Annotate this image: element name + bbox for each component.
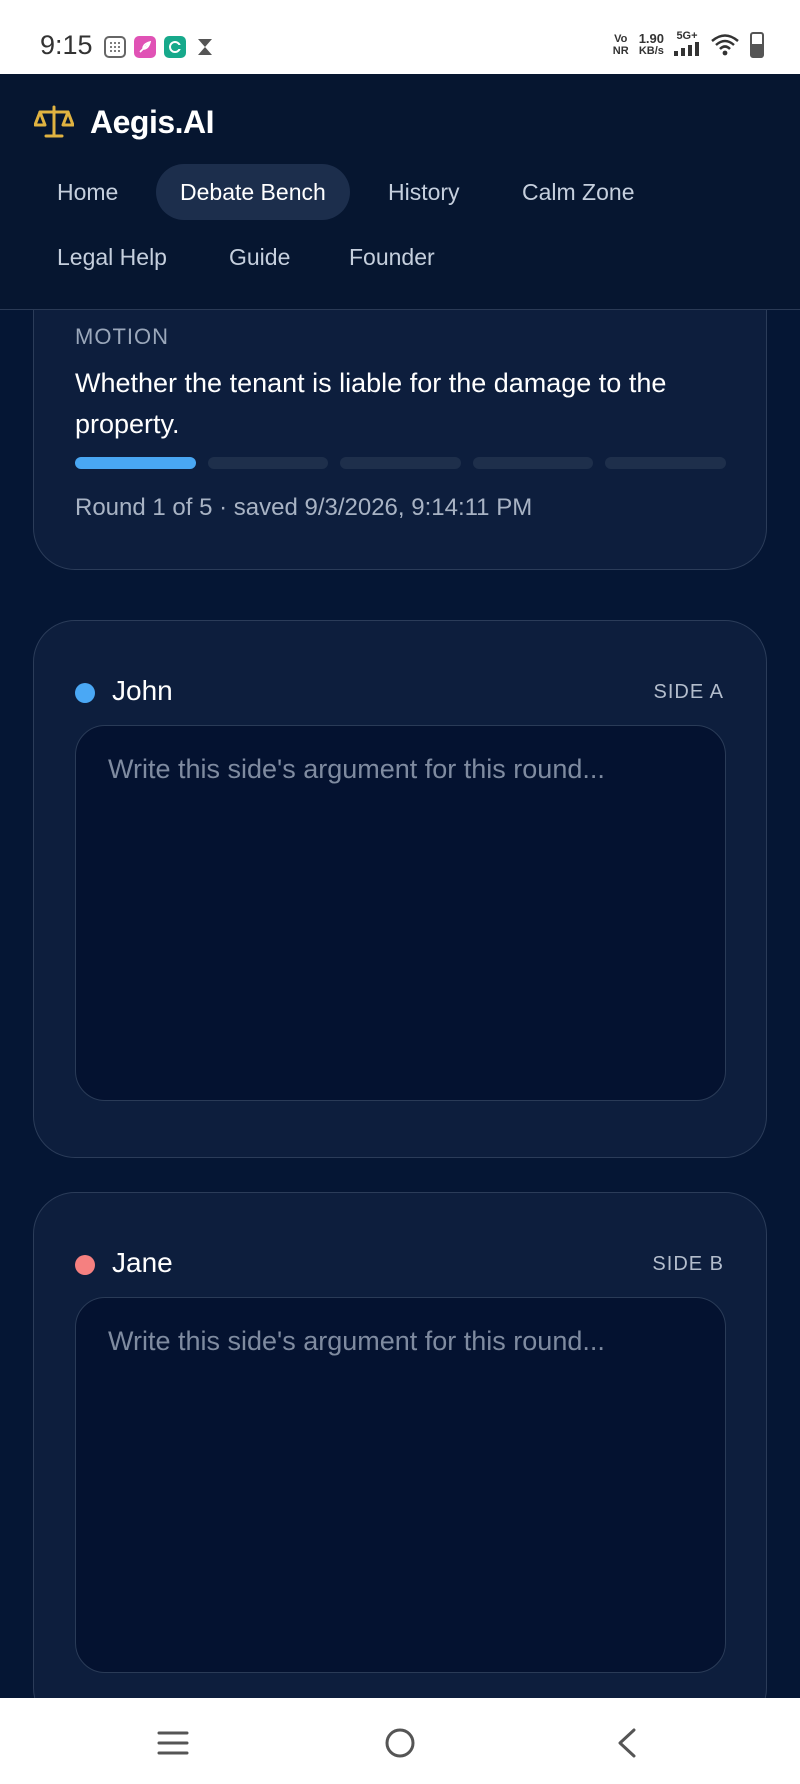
- hourglass-app-icon: [194, 36, 216, 58]
- wifi-icon: [711, 33, 739, 55]
- side-a-argument-input[interactable]: [75, 725, 726, 1101]
- side-b-tag: SIDE B: [652, 1253, 724, 1275]
- home-circle-icon[interactable]: [375, 1718, 425, 1768]
- back-chevron-icon[interactable]: [602, 1718, 652, 1768]
- notification-icons: [104, 36, 216, 58]
- volte-indicator: Vo NR: [612, 32, 629, 57]
- side-b-argument-input[interactable]: [75, 1297, 726, 1673]
- calculator-app-icon: [104, 36, 126, 58]
- side-b-color-dot: [75, 1255, 95, 1275]
- motion-card: MOTION Whether the tenant is liable for …: [33, 310, 767, 570]
- nav-history[interactable]: History: [364, 164, 484, 220]
- side-a-name: John: [112, 675, 173, 706]
- round-progress-segment: [75, 457, 196, 469]
- side-b-name: Jane: [112, 1247, 173, 1278]
- motion-label: MOTION: [75, 324, 169, 349]
- signal-bars-icon: [674, 42, 699, 56]
- brand-title: Aegis.AI: [90, 104, 215, 140]
- round-progress: [75, 457, 726, 469]
- main-content[interactable]: MOTION Whether the tenant is liable for …: [0, 310, 800, 1698]
- nav-guide[interactable]: Guide: [205, 229, 314, 285]
- nav-home[interactable]: Home: [33, 164, 142, 220]
- round-progress-segment: [207, 457, 329, 469]
- round-info: Round 1 of 5 · saved 9/3/2026, 9:14:11 P…: [75, 494, 533, 521]
- nav-debate-bench[interactable]: Debate Bench: [156, 164, 350, 220]
- round-progress-segment: [605, 457, 726, 469]
- system-nav-bar: [0, 1698, 800, 1784]
- side-a-card: John SIDE A: [33, 620, 767, 1158]
- network-speed: 1.90 KB/s: [638, 30, 664, 57]
- battery-icon: [750, 31, 764, 58]
- nav-founder[interactable]: Founder: [325, 229, 459, 285]
- app-header: Aegis.AI Home Debate Bench History Calm …: [0, 74, 800, 310]
- status-indicators: Vo NR 1.90 KB/s 5G+: [613, 30, 764, 59]
- status-bar: 9:15 Vo NR 1.90 KB/s 5G+: [0, 0, 800, 74]
- motion-text: Whether the tenant is liable for the dam…: [75, 368, 667, 439]
- nav-legal-help[interactable]: Legal Help: [33, 229, 191, 285]
- status-time: 9:15: [40, 30, 93, 60]
- signal-indicator: 5G+: [674, 30, 700, 59]
- c-app-icon: [164, 36, 186, 58]
- feather-app-icon: [134, 36, 156, 58]
- round-progress-segment: [472, 457, 594, 469]
- nav-calm-zone[interactable]: Calm Zone: [498, 164, 658, 220]
- round-progress-segment: [340, 457, 461, 469]
- side-b-card: Jane SIDE B: [33, 1192, 767, 1698]
- side-a-tag: SIDE A: [653, 681, 724, 703]
- menu-icon[interactable]: [148, 1718, 198, 1768]
- side-a-color-dot: [75, 683, 95, 703]
- scales-icon: [34, 105, 74, 138]
